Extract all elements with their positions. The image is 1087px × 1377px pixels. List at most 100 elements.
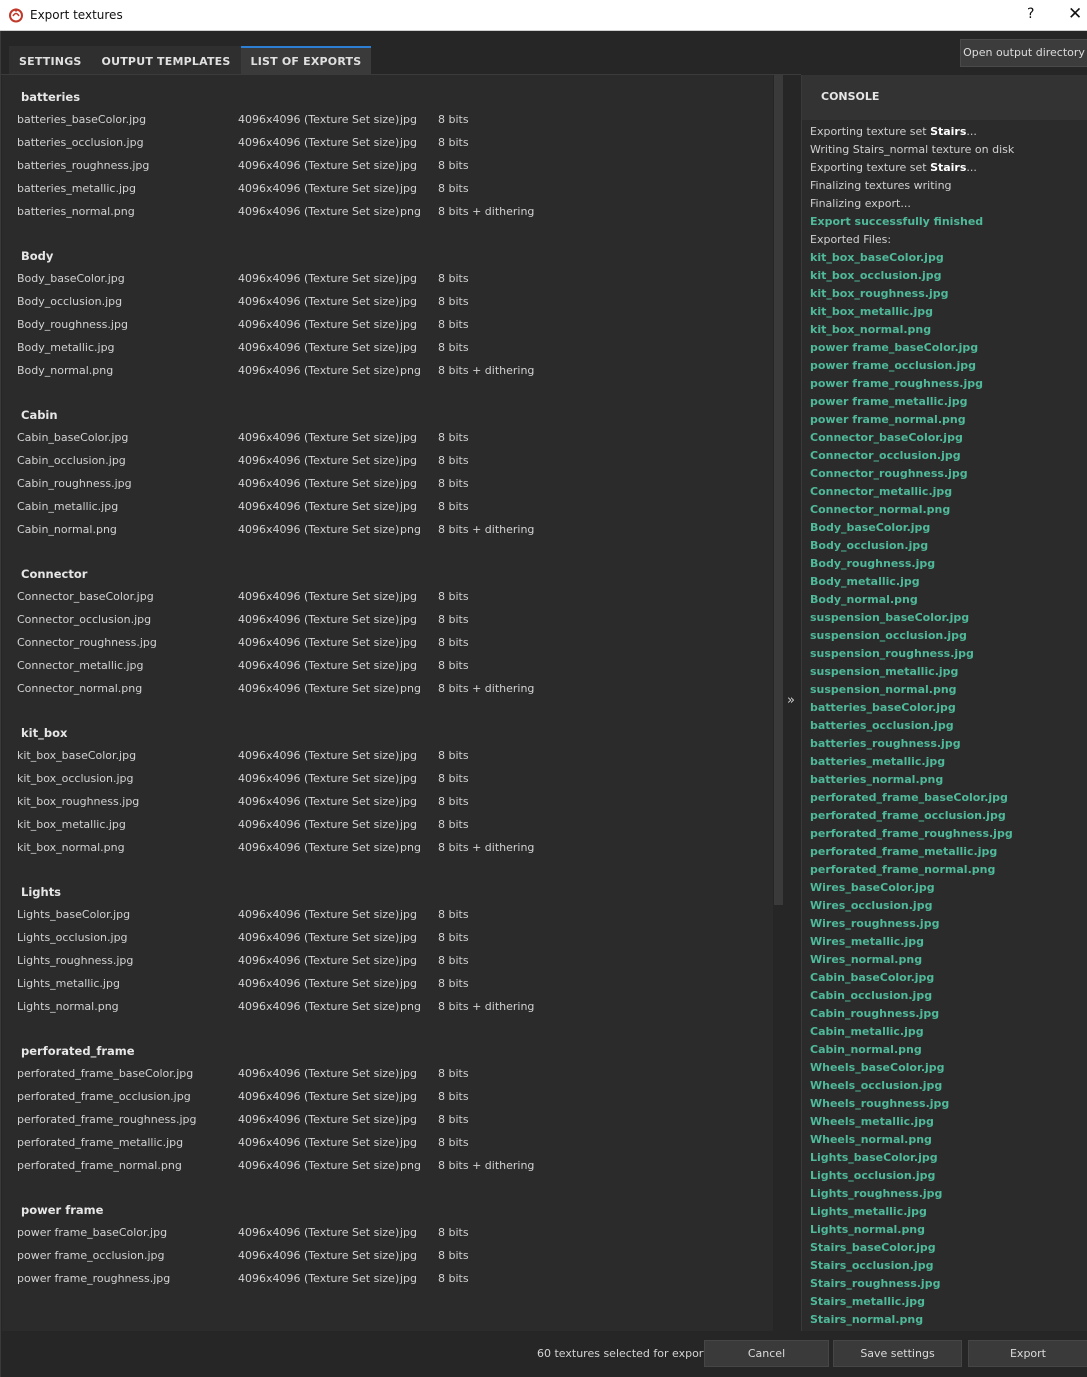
export-row[interactable]: Cabin_metallic.jpg 4096x4096 (Texture Set… [17,495,773,518]
console-exported-file[interactable]: Lights_normal.png [810,1221,1087,1239]
console-exported-file[interactable]: kit_box_metallic.jpg [810,303,1087,321]
console-exported-file[interactable]: kit_box_roughness.jpg [810,285,1087,303]
console-exported-file[interactable]: batteries_roughness.jpg [810,735,1087,753]
export-row[interactable]: kit_box_metallic.jpg 4096x4096 (Texture S… [17,813,773,836]
tab-list-of-exports[interactable]: LIST OF EXPORTS [240,46,372,75]
help-icon[interactable]: ? [1027,6,1034,22]
console-exported-file[interactable]: Wires_normal.png [810,951,1087,969]
export-row[interactable]: Lights_metallic.jpg 4096x4096 (Texture Se… [17,972,773,995]
export-row[interactable]: Connector_occlusion.jpg 4096x4096 (Textur… [17,608,773,631]
export-row[interactable]: perforated_frame_baseColor.jpg 4096x4096 … [17,1062,773,1085]
save-settings-button[interactable]: Save settings [833,1340,962,1367]
export-row[interactable]: Cabin_roughness.jpg 4096x4096 (Texture Se… [17,472,773,495]
export-row[interactable]: power frame_roughness.jpg 4096x4096 (Text… [17,1267,773,1290]
console-exported-file[interactable]: power frame_occlusion.jpg [810,357,1087,375]
scrollbar-thumb[interactable] [774,75,783,905]
console-exported-file[interactable]: Stairs_roughness.jpg [810,1275,1087,1293]
export-row[interactable]: perforated_frame_metallic.jpg 4096x4096 (… [17,1131,773,1154]
console-exported-file[interactable]: Connector_roughness.jpg [810,465,1087,483]
console-exported-file[interactable]: Stairs_baseColor.jpg [810,1239,1087,1257]
export-row[interactable]: Cabin_normal.png 4096x4096 (Texture Set s… [17,518,773,541]
console-exported-file[interactable]: Connector_normal.png [810,501,1087,519]
console-exported-file[interactable]: batteries_occlusion.jpg [810,717,1087,735]
export-row[interactable]: perforated_frame_normal.png 4096x4096 (Te… [17,1154,773,1177]
export-row[interactable]: Lights_occlusion.jpg 4096x4096 (Texture S… [17,926,773,949]
console-exported-file[interactable]: Wheels_metallic.jpg [810,1113,1087,1131]
console-exported-file[interactable]: suspension_baseColor.jpg [810,609,1087,627]
export-row[interactable]: Connector_metallic.jpg 4096x4096 (Texture… [17,654,773,677]
open-output-directory-button[interactable]: Open output directory [960,39,1087,67]
export-row[interactable]: perforated_frame_occlusion.jpg 4096x4096 … [17,1085,773,1108]
console-exported-file[interactable]: kit_box_baseColor.jpg [810,249,1087,267]
console-exported-file[interactable]: Lights_occlusion.jpg [810,1167,1087,1185]
console-exported-file[interactable]: Wheels_normal.png [810,1131,1087,1149]
console-exported-file[interactable]: Connector_occlusion.jpg [810,447,1087,465]
export-row[interactable]: Lights_roughness.jpg 4096x4096 (Texture S… [17,949,773,972]
console-exported-file[interactable]: batteries_baseColor.jpg [810,699,1087,717]
console-exported-file[interactable]: Wires_roughness.jpg [810,915,1087,933]
console-exported-file[interactable]: Cabin_normal.png [810,1041,1087,1059]
export-row[interactable]: Lights_baseColor.jpg 4096x4096 (Texture S… [17,903,773,926]
console-exported-file[interactable]: perforated_frame_normal.png [810,861,1087,879]
console-exported-file[interactable]: perforated_frame_baseColor.jpg [810,789,1087,807]
double-chevron-right-icon[interactable]: » [787,693,795,708]
export-row[interactable]: Connector_baseColor.jpg 4096x4096 (Textur… [17,585,773,608]
console-exported-file[interactable]: Wheels_occlusion.jpg [810,1077,1087,1095]
console-exported-file[interactable]: Stairs_normal.png [810,1311,1087,1329]
tab-output-templates[interactable]: OUTPUT TEMPLATES [91,46,241,75]
console-exported-file[interactable]: power frame_roughness.jpg [810,375,1087,393]
console-exported-file[interactable]: Lights_baseColor.jpg [810,1149,1087,1167]
export-row[interactable]: power frame_occlusion.jpg 4096x4096 (Text… [17,1244,773,1267]
console-exported-file[interactable]: Lights_roughness.jpg [810,1185,1087,1203]
console-exported-file[interactable]: power frame_metallic.jpg [810,393,1087,411]
export-row[interactable]: batteries_occlusion.jpg 4096x4096 (Textur… [17,131,773,154]
export-row[interactable]: kit_box_baseColor.jpg 4096x4096 (Texture … [17,744,773,767]
export-row[interactable]: kit_box_roughness.jpg 4096x4096 (Texture … [17,790,773,813]
export-row[interactable]: Body_roughness.jpg 4096x4096 (Texture Set… [17,313,773,336]
export-row[interactable]: batteries_normal.png 4096x4096 (Texture S… [17,200,773,223]
export-row[interactable]: Body_baseColor.jpg 4096x4096 (Texture Set… [17,267,773,290]
console-exported-file[interactable]: Cabin_roughness.jpg [810,1005,1087,1023]
export-row[interactable]: batteries_baseColor.jpg 4096x4096 (Textur… [17,108,773,131]
export-row[interactable]: batteries_metallic.jpg 4096x4096 (Texture… [17,177,773,200]
console-exported-file[interactable]: suspension_normal.png [810,681,1087,699]
console-exported-file[interactable]: perforated_frame_roughness.jpg [810,825,1087,843]
console-exported-file[interactable]: kit_box_occlusion.jpg [810,267,1087,285]
export-row[interactable]: Body_occlusion.jpg 4096x4096 (Texture Set… [17,290,773,313]
console-exported-file[interactable]: suspension_roughness.jpg [810,645,1087,663]
console-exported-file[interactable]: suspension_metallic.jpg [810,663,1087,681]
console-exported-file[interactable]: Body_baseColor.jpg [810,519,1087,537]
console-exported-file[interactable]: Body_metallic.jpg [810,573,1087,591]
export-row[interactable]: kit_box_normal.png 4096x4096 (Texture Set… [17,836,773,859]
export-row[interactable]: Connector_roughness.jpg 4096x4096 (Textur… [17,631,773,654]
console-exported-file[interactable]: Body_normal.png [810,591,1087,609]
console-exported-file[interactable]: Wires_metallic.jpg [810,933,1087,951]
console-exported-file[interactable]: power frame_normal.png [810,411,1087,429]
console-exported-file[interactable]: suspension_occlusion.jpg [810,627,1087,645]
console-exported-file[interactable]: kit_box_normal.png [810,321,1087,339]
console-toggle[interactable]: » [784,75,800,1331]
export-row[interactable]: Cabin_baseColor.jpg 4096x4096 (Texture Se… [17,426,773,449]
export-row[interactable]: Lights_normal.png 4096x4096 (Texture Set … [17,995,773,1018]
console-exported-file[interactable]: Wires_occlusion.jpg [810,897,1087,915]
console-exported-file[interactable]: Body_roughness.jpg [810,555,1087,573]
console-exported-file[interactable]: perforated_frame_metallic.jpg [810,843,1087,861]
console-exported-file[interactable]: Wheels_roughness.jpg [810,1095,1087,1113]
close-icon[interactable]: ✕ [1068,4,1082,24]
export-row[interactable]: Connector_normal.png 4096x4096 (Texture S… [17,677,773,700]
console-exported-file[interactable]: batteries_normal.png [810,771,1087,789]
export-button[interactable]: Export [968,1340,1087,1367]
console-exported-file[interactable]: Connector_metallic.jpg [810,483,1087,501]
console-exported-file[interactable]: Body_occlusion.jpg [810,537,1087,555]
export-row[interactable]: power frame_baseColor.jpg 4096x4096 (Text… [17,1221,773,1244]
cancel-button[interactable]: Cancel [704,1340,829,1367]
console-exported-file[interactable]: Stairs_metallic.jpg [810,1293,1087,1311]
console-exported-file[interactable]: Stairs_occlusion.jpg [810,1257,1087,1275]
export-row[interactable]: Cabin_occlusion.jpg 4096x4096 (Texture Se… [17,449,773,472]
export-row[interactable]: Body_metallic.jpg 4096x4096 (Texture Set … [17,336,773,359]
console-exported-file[interactable]: Cabin_baseColor.jpg [810,969,1087,987]
console-exported-file[interactable]: Wheels_baseColor.jpg [810,1059,1087,1077]
export-row[interactable]: Body_normal.png 4096x4096 (Texture Set si… [17,359,773,382]
export-list-scrollbar[interactable] [773,75,784,1331]
console-exported-file[interactable]: batteries_metallic.jpg [810,753,1087,771]
